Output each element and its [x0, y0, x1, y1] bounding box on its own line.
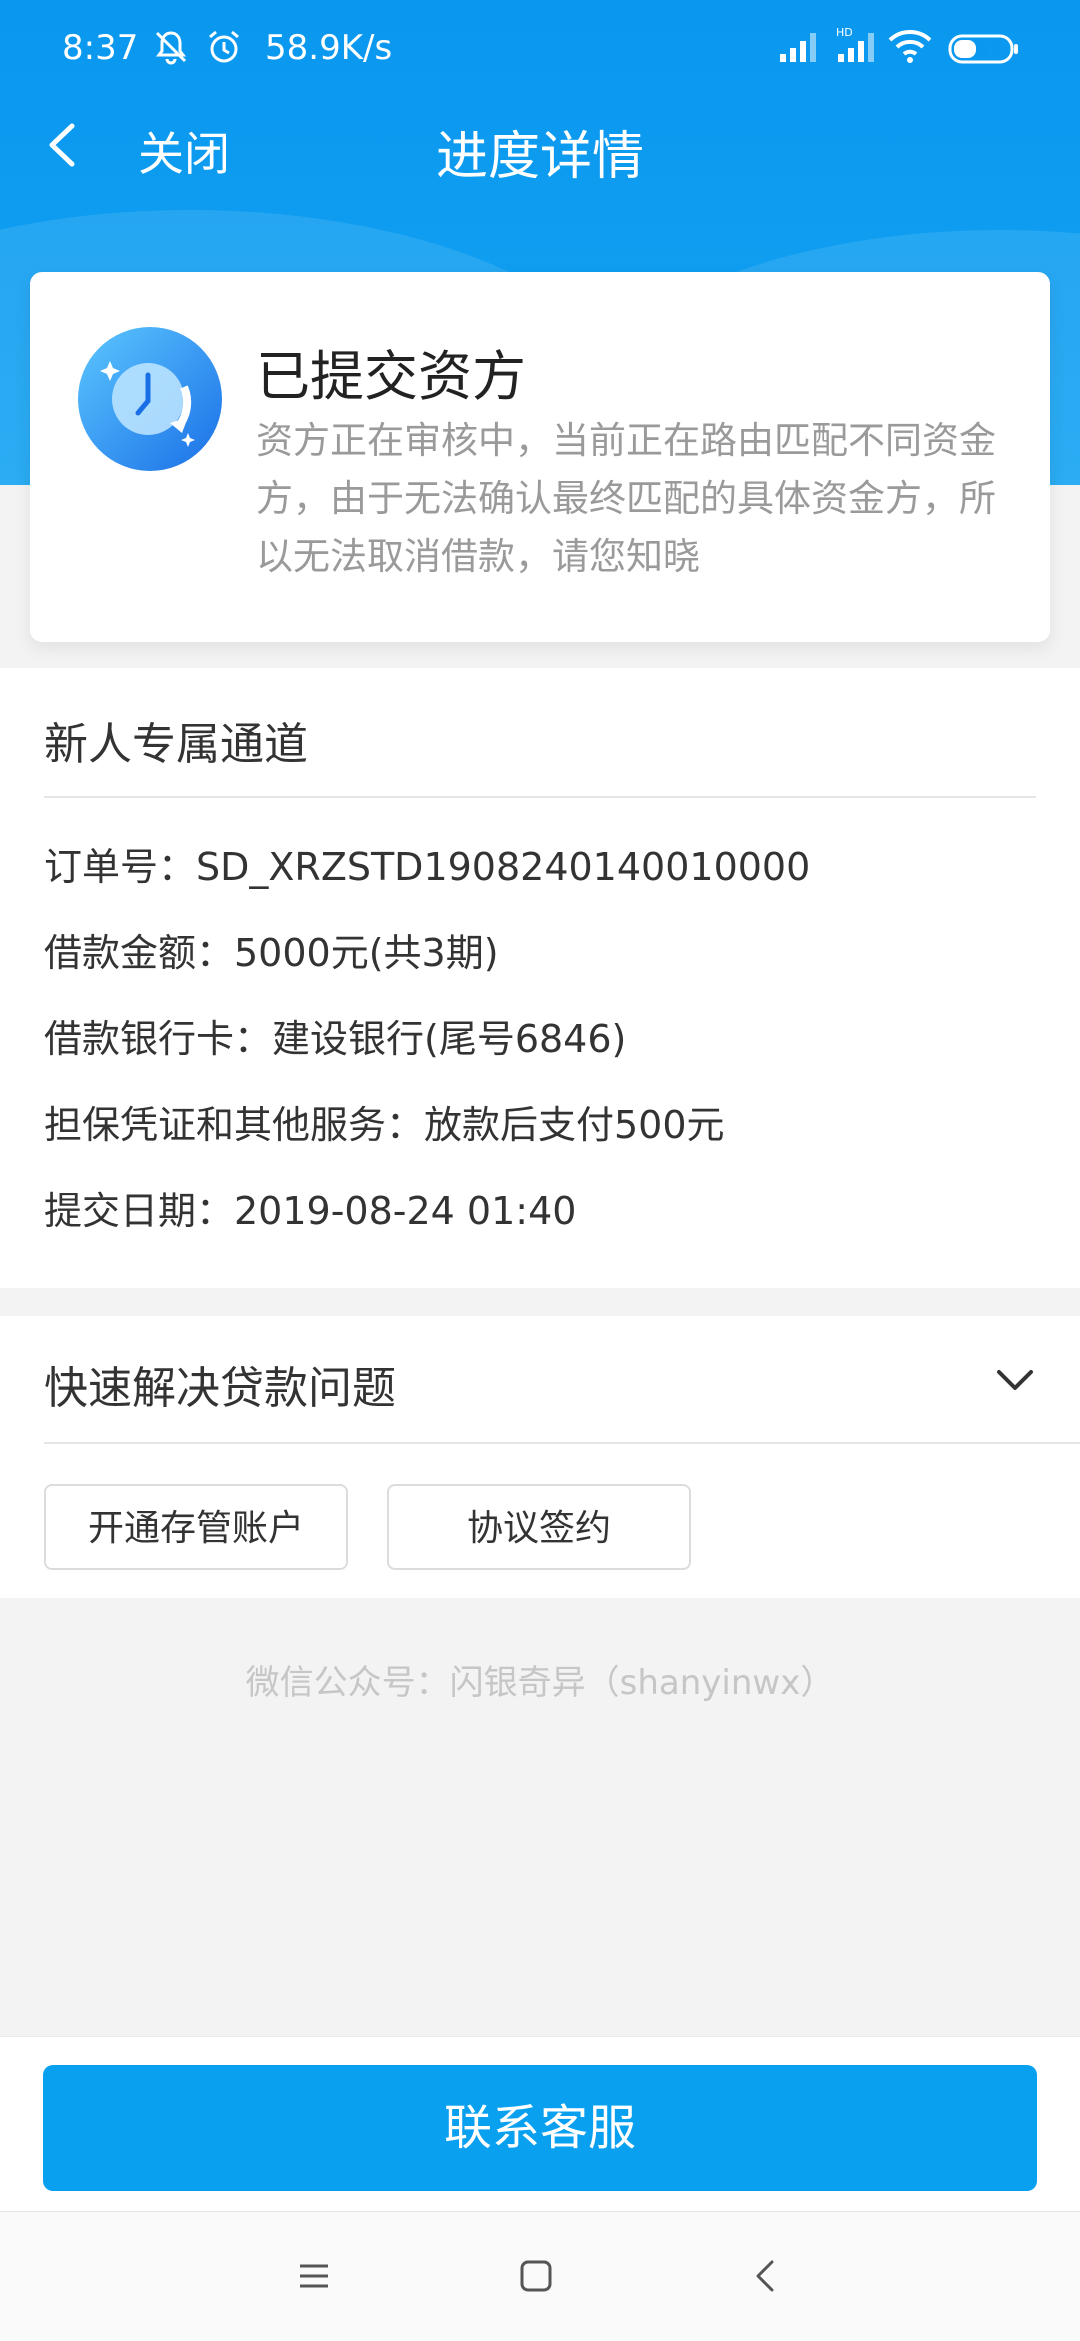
system-nav-bar: [0, 2211, 1080, 2341]
guarantee-service-row: 担保凭证和其他服务：放款后支付500元: [44, 1103, 725, 1147]
home-icon[interactable]: [518, 2258, 554, 2298]
status-card: 已提交资方 资方正在审核中，当前正在路由匹配不同资金方，由于无法确认最终匹配的具…: [30, 272, 1050, 642]
agreement-sign-button[interactable]: 协议签约: [387, 1484, 691, 1570]
footer: 联系客服: [0, 2036, 1080, 2212]
order-number-row: 订单号：SD_XRZSTD1908240140010000: [44, 845, 811, 889]
divider: [44, 796, 1036, 798]
chevron-down-icon[interactable]: [995, 1368, 1035, 1392]
open-custody-account-button[interactable]: 开通存管账户: [44, 1484, 348, 1570]
network-speed: 58.9K/s: [265, 28, 393, 68]
faq-section: 快速解决贷款问题 开通存管账户 协议签约: [0, 1316, 1080, 1598]
clock-icon: [78, 327, 222, 471]
status-description: 资方正在审核中，当前正在路由匹配不同资金方，由于无法确认最终匹配的具体资金方，所…: [256, 419, 996, 578]
battery-level: 37: [975, 37, 1003, 61]
faq-title[interactable]: 快速解决贷款问题: [44, 1352, 396, 1416]
watermark-text: 微信公众号：闪银奇异（shanyinwx）: [245, 1663, 835, 1703]
svg-text:HD: HD: [836, 26, 853, 39]
contact-support-button[interactable]: 联系客服: [43, 2065, 1037, 2191]
back-nav-icon[interactable]: [748, 2258, 784, 2298]
submit-date-row: 提交日期：2019-08-24 01:40: [44, 1189, 577, 1233]
bank-card-row: 借款银行卡：建设银行(尾号6846): [44, 1017, 627, 1061]
status-title: 已提交资方: [256, 345, 526, 408]
wifi-icon: [888, 28, 932, 64]
order-details: 新人专属通道 订单号：SD_XRZSTD1908240140010000 借款金…: [0, 668, 1080, 1288]
nav-bar: 关闭 进度详情: [0, 100, 1080, 190]
menu-icon[interactable]: [296, 2258, 332, 2298]
signal-icon: [778, 30, 820, 64]
status-bar: 8:37 58.9K/s HD 37: [0, 0, 1080, 100]
mute-bell-icon: [152, 28, 190, 66]
alarm-icon: [205, 28, 243, 66]
status-time: 8:37: [62, 28, 139, 68]
hd-signal-icon: HD: [834, 26, 880, 64]
loan-amount-row: 借款金额：5000元(共3期): [44, 931, 499, 975]
channel-name: 新人专属通道: [44, 719, 308, 770]
divider: [44, 1442, 1080, 1444]
page-title: 进度详情: [435, 127, 644, 187]
